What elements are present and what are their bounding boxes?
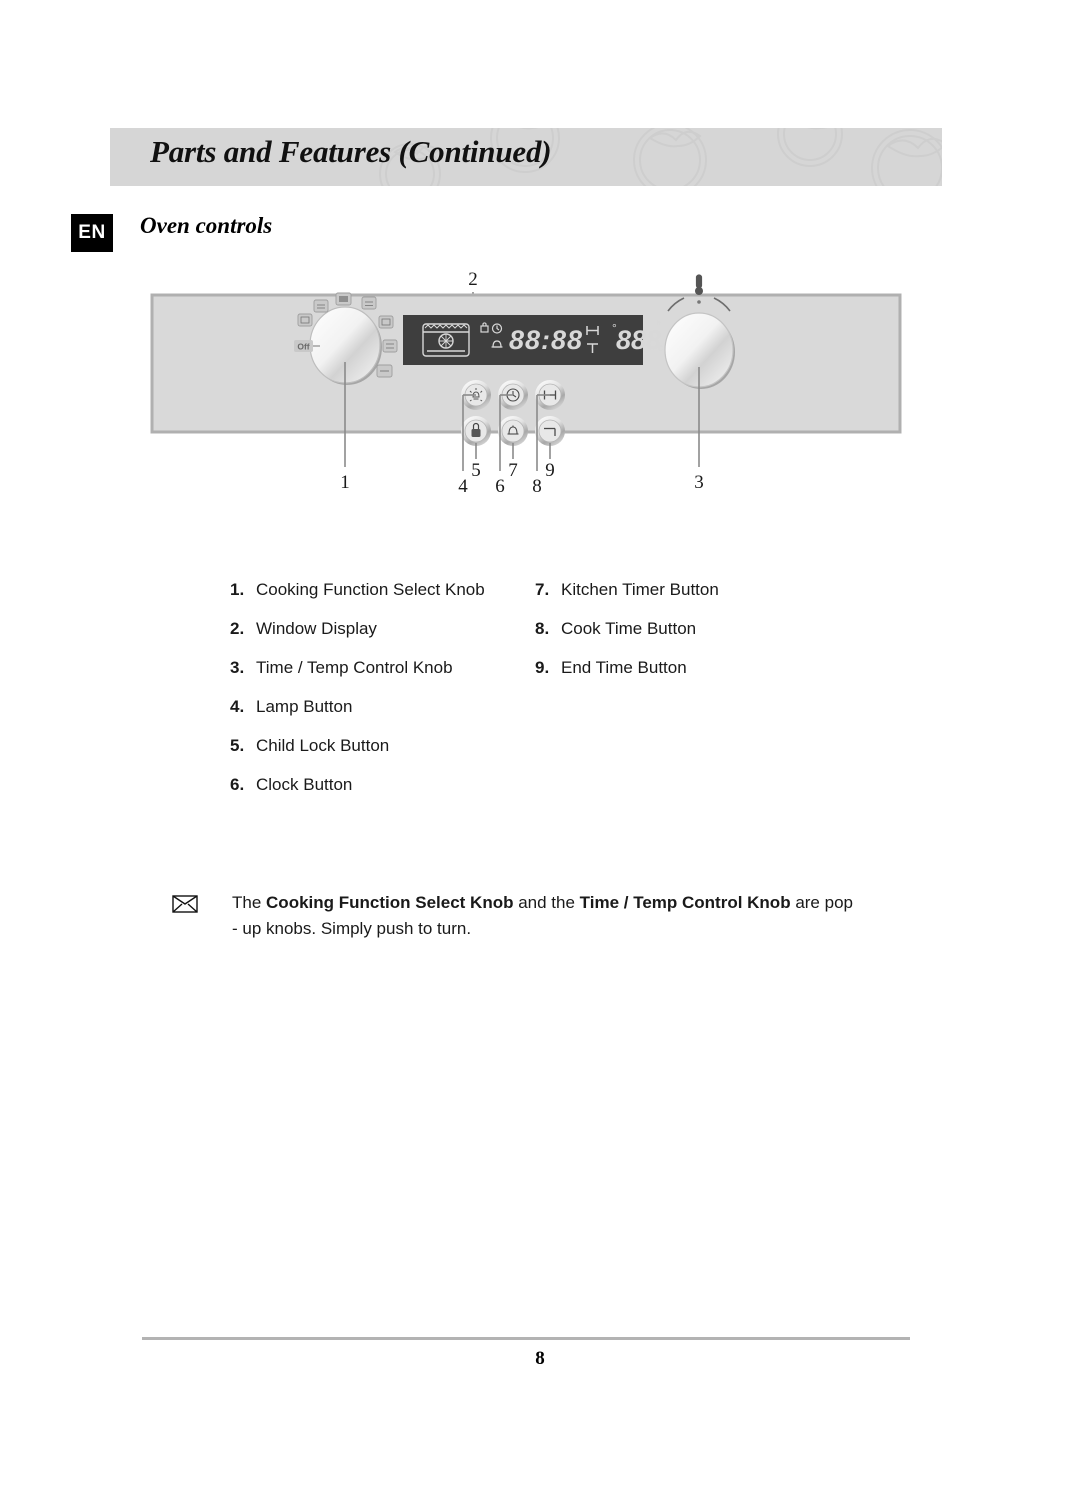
function-icon-4 bbox=[361, 296, 377, 310]
function-icon-7 bbox=[376, 364, 393, 378]
list-item: 2. Window Display bbox=[230, 619, 530, 658]
list-item-label: Child Lock Button bbox=[256, 736, 390, 755]
list-item-number: 7. bbox=[535, 580, 550, 599]
display-temp-unit: c bbox=[658, 343, 663, 354]
list-item-label: Cooking Function Select Knob bbox=[256, 580, 485, 599]
callout-number-2: 2 bbox=[468, 269, 478, 290]
list-item: 3. Time / Temp Control Knob bbox=[230, 658, 530, 697]
list-item-number: 4. bbox=[230, 697, 245, 716]
page-number: 8 bbox=[535, 1348, 545, 1369]
list-item-number: 6. bbox=[230, 775, 245, 794]
display-time-value: 88:88 bbox=[509, 325, 583, 355]
list-item-label: End Time Button bbox=[561, 658, 687, 677]
list-item-label: Clock Button bbox=[256, 775, 353, 794]
callout-number-9: 9 bbox=[545, 460, 555, 481]
callout-number-3: 3 bbox=[694, 472, 704, 493]
parts-list-right-column: 7. Kitchen Timer Button 8. Cook Time But… bbox=[535, 580, 835, 697]
note-text-part-3: are pop bbox=[790, 893, 853, 912]
list-item: 4. Lamp Button bbox=[230, 697, 530, 736]
list-item-label: Kitchen Timer Button bbox=[561, 580, 719, 599]
knob-center-marker bbox=[697, 300, 701, 304]
kitchen-timer-button[interactable] bbox=[498, 416, 528, 446]
note-text-part-1: The bbox=[232, 893, 267, 912]
thermometer-icon bbox=[695, 274, 703, 295]
callout-number-4: 4 bbox=[458, 476, 468, 497]
list-item: 7. Kitchen Timer Button bbox=[535, 580, 835, 619]
list-item-label: Window Display bbox=[256, 619, 377, 638]
language-badge: EN bbox=[71, 214, 113, 252]
function-icon-6 bbox=[382, 339, 398, 353]
footer-divider bbox=[142, 1337, 910, 1340]
note-text: The Cooking Function Select Knob and the… bbox=[232, 890, 853, 943]
list-item-number: 8. bbox=[535, 619, 550, 638]
list-item-number: 3. bbox=[230, 658, 245, 677]
callout-number-1: 1 bbox=[340, 472, 350, 493]
note-text-bold-2: Time / Temp Control Knob bbox=[579, 893, 791, 912]
child-lock-button[interactable] bbox=[461, 416, 491, 446]
note-text-line-2: - up knobs. Simply push to turn. bbox=[232, 919, 472, 939]
list-item: 8. Cook Time Button bbox=[535, 619, 835, 658]
list-item-number: 1. bbox=[230, 580, 245, 599]
callout-number-7: 7 bbox=[508, 460, 518, 481]
list-item: 1. Cooking Function Select Knob bbox=[230, 580, 530, 619]
end-time-button[interactable] bbox=[535, 416, 565, 446]
list-item-number: 2. bbox=[230, 619, 245, 638]
function-icon-1 bbox=[297, 313, 313, 327]
list-item-label: Lamp Button bbox=[256, 697, 353, 716]
section-title: Oven controls bbox=[140, 213, 273, 238]
function-icon-2 bbox=[313, 299, 329, 313]
list-item-label: Time / Temp Control Knob bbox=[256, 658, 453, 677]
list-item: 6. Clock Button bbox=[230, 775, 530, 814]
window-display: 88:88 ° 888 ʰ c bbox=[403, 315, 663, 365]
display-temp-superscript: ʰ bbox=[657, 320, 661, 331]
function-icon-5 bbox=[378, 315, 394, 329]
list-item-number: 5. bbox=[230, 736, 245, 755]
svg-text:Off: Off bbox=[297, 342, 309, 352]
page-title: Parts and Features (Continued) bbox=[150, 134, 552, 169]
list-item-label: Cook Time Button bbox=[561, 619, 697, 638]
list-item: 9. End Time Button bbox=[535, 658, 835, 697]
function-icon-3 bbox=[335, 292, 352, 306]
parts-list-left-column: 1. Cooking Function Select Knob 2. Windo… bbox=[230, 580, 530, 814]
note-text-bold-1: Cooking Function Select Knob bbox=[266, 893, 514, 912]
callout-number-8: 8 bbox=[532, 476, 542, 497]
callout-number-5: 5 bbox=[471, 460, 481, 481]
note-block: The Cooking Function Select Knob and the… bbox=[172, 890, 932, 943]
envelope-icon bbox=[172, 895, 198, 913]
list-item-number: 9. bbox=[535, 658, 550, 677]
oven-control-panel-diagram: 2 88:88 ° 888 ʰ c Off 1 4 5 6 7 8 9 3 bbox=[150, 269, 902, 497]
callout-number-6: 6 bbox=[495, 476, 505, 497]
note-text-part-2: and the bbox=[513, 893, 580, 912]
display-temp-value: 888 bbox=[616, 325, 661, 355]
list-item: 5. Child Lock Button bbox=[230, 736, 530, 775]
